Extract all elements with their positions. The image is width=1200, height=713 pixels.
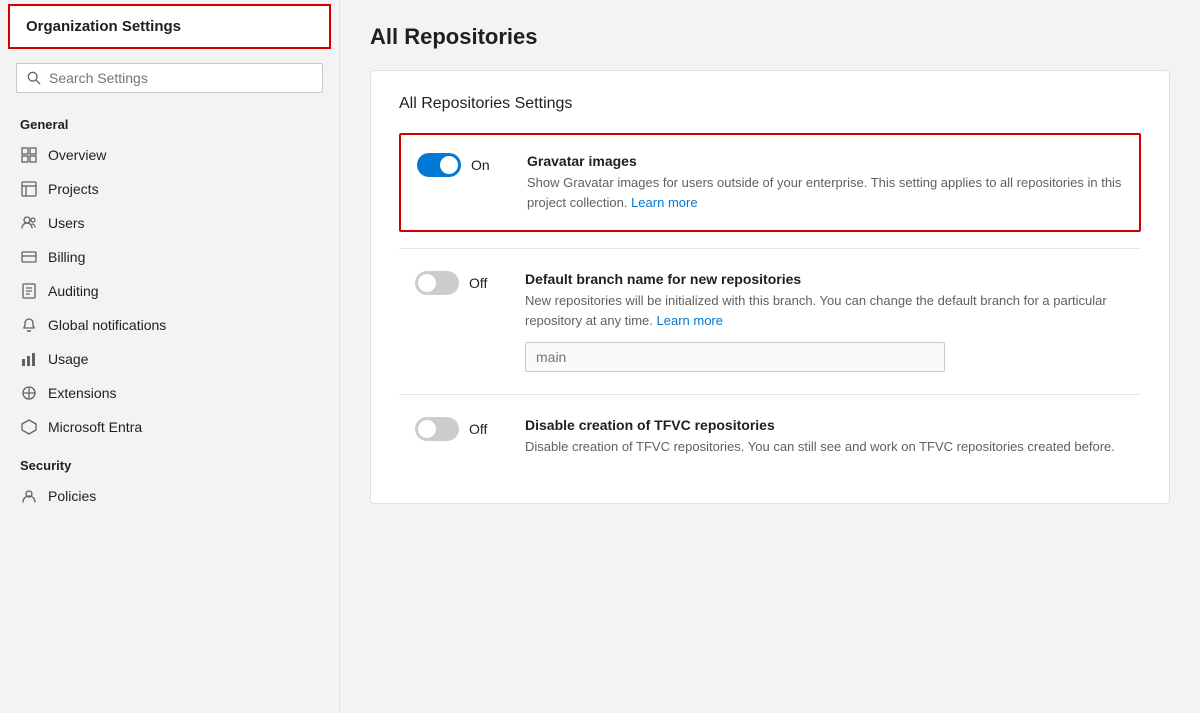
users-icon	[20, 214, 38, 232]
default-branch-toggle[interactable]	[415, 271, 459, 295]
sidebar: Organization Settings General Overview P…	[0, 0, 340, 713]
tfvc-setting-info: Disable creation of TFVC repositories Di…	[525, 417, 1125, 457]
projects-icon	[20, 180, 38, 198]
tfvc-toggle-track[interactable]	[415, 417, 459, 441]
tfvc-setting-title: Disable creation of TFVC repositories	[525, 417, 1125, 433]
search-icon	[27, 71, 41, 85]
gravatar-learn-more-link[interactable]: Learn more	[631, 195, 697, 210]
org-title: Organization Settings	[8, 4, 331, 49]
sidebar-item-usage[interactable]: Usage	[0, 342, 339, 376]
default-branch-toggle-label: Off	[469, 275, 493, 291]
sidebar-nav: General Overview Projects Users	[0, 103, 339, 713]
gravatar-setting-info: Gravatar images Show Gravatar images for…	[527, 153, 1123, 212]
section-security: Security	[0, 444, 339, 479]
tfvc-setting-desc: Disable creation of TFVC repositories. Y…	[525, 437, 1125, 457]
default-branch-toggle-area: Off	[415, 271, 505, 295]
default-branch-learn-more-link[interactable]: Learn more	[657, 313, 723, 328]
gravatar-setting-row: On Gravatar images Show Gravatar images …	[399, 133, 1141, 232]
sidebar-item-microsoft-entra[interactable]: Microsoft Entra	[0, 410, 339, 444]
gravatar-toggle-thumb	[440, 156, 458, 174]
search-box[interactable]	[16, 63, 323, 93]
sidebar-item-global-notifications-label: Global notifications	[48, 317, 166, 333]
tfvc-toggle-label: Off	[469, 421, 493, 437]
branch-name-input[interactable]	[525, 342, 945, 372]
gravatar-toggle-track[interactable]	[417, 153, 461, 177]
divider-2	[399, 394, 1141, 395]
default-branch-setting-row: Off Default branch name for new reposito…	[399, 253, 1141, 390]
sidebar-item-extensions[interactable]: Extensions	[0, 376, 339, 410]
sidebar-item-extensions-label: Extensions	[48, 385, 116, 401]
extensions-icon	[20, 384, 38, 402]
sidebar-item-usage-label: Usage	[48, 351, 88, 367]
sidebar-item-global-notifications[interactable]: Global notifications	[0, 308, 339, 342]
sidebar-item-policies[interactable]: Policies	[0, 479, 339, 513]
tfvc-toggle-area: Off	[415, 417, 505, 441]
gravatar-setting-desc: Show Gravatar images for users outside o…	[527, 173, 1123, 212]
search-input[interactable]	[49, 70, 312, 86]
sidebar-item-auditing-label: Auditing	[48, 283, 99, 299]
gravatar-toggle[interactable]	[417, 153, 461, 177]
sidebar-item-projects[interactable]: Projects	[0, 172, 339, 206]
section-general: General	[0, 103, 339, 138]
card-title: All Repositories Settings	[399, 95, 1141, 113]
sidebar-item-auditing[interactable]: Auditing	[0, 274, 339, 308]
default-branch-toggle-track[interactable]	[415, 271, 459, 295]
billing-icon	[20, 248, 38, 266]
settings-card: All Repositories Settings On Gravatar im…	[370, 70, 1170, 504]
sidebar-item-billing-label: Billing	[48, 249, 85, 265]
policies-icon	[20, 487, 38, 505]
gravatar-toggle-area: On	[417, 153, 507, 177]
sidebar-item-overview-label: Overview	[48, 147, 106, 163]
default-branch-setting-info: Default branch name for new repositories…	[525, 271, 1125, 372]
usage-icon	[20, 350, 38, 368]
sidebar-item-users[interactable]: Users	[0, 206, 339, 240]
grid-icon	[20, 146, 38, 164]
auditing-icon	[20, 282, 38, 300]
entra-icon	[20, 418, 38, 436]
divider-1	[399, 248, 1141, 249]
tfvc-toggle-thumb	[418, 420, 436, 438]
sidebar-item-billing[interactable]: Billing	[0, 240, 339, 274]
default-branch-toggle-thumb	[418, 274, 436, 292]
bell-icon	[20, 316, 38, 334]
default-branch-setting-desc: New repositories will be initialized wit…	[525, 291, 1125, 330]
gravatar-toggle-label: On	[471, 157, 495, 173]
sidebar-item-users-label: Users	[48, 215, 85, 231]
gravatar-setting-title: Gravatar images	[527, 153, 1123, 169]
main-content: All Repositories All Repositories Settin…	[340, 0, 1200, 713]
sidebar-item-projects-label: Projects	[48, 181, 99, 197]
sidebar-item-policies-label: Policies	[48, 488, 96, 504]
tfvc-setting-row: Off Disable creation of TFVC repositorie…	[399, 399, 1141, 475]
sidebar-item-overview[interactable]: Overview	[0, 138, 339, 172]
page-title: All Repositories	[370, 24, 1170, 50]
default-branch-setting-title: Default branch name for new repositories	[525, 271, 1125, 287]
sidebar-item-microsoft-entra-label: Microsoft Entra	[48, 419, 142, 435]
tfvc-toggle[interactable]	[415, 417, 459, 441]
